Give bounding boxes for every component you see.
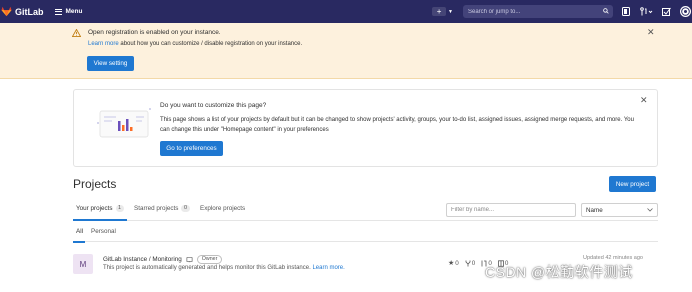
search-input[interactable] — [468, 8, 588, 15]
projects-subtabs: All Personal — [73, 222, 658, 243]
project-description: This project is automatically generated … — [103, 265, 345, 271]
tab-starred-projects[interactable]: Starred projects 0 — [134, 205, 190, 212]
updated-timestamp: Updated 42 minutes ago — [583, 255, 643, 261]
tab-label: Your projects — [76, 205, 113, 212]
banner-title: Open registration is enabled on your ins… — [88, 29, 221, 36]
search-box — [463, 5, 613, 18]
watermark: CSDN @松勤软件测试 — [485, 264, 633, 280]
issues-icon[interactable] — [621, 7, 630, 16]
customize-page-panel: Do you want to customize this page? This… — [73, 89, 658, 167]
tab-label: Explore projects — [200, 205, 246, 212]
todo-icon[interactable] — [662, 7, 671, 16]
sort-dropdown[interactable]: Name — [581, 203, 658, 217]
menu-label: Menu — [65, 8, 83, 15]
hamburger-icon — [54, 8, 62, 15]
project-name-line: GitLab Instance / Monitoring Owner — [103, 255, 223, 264]
top-navbar: GitLab Menu + ▼ — [0, 0, 692, 23]
view-setting-button[interactable]: View setting — [87, 56, 134, 71]
close-icon[interactable]: ✕ — [640, 95, 648, 106]
customize-illustration — [97, 108, 151, 138]
customize-description: This page shows a list of your projects … — [160, 117, 634, 133]
project-description-text: This project is automatically generated … — [103, 265, 313, 271]
gitlab-logo-icon — [1, 6, 12, 17]
star-icon: ★ — [448, 260, 455, 267]
chevron-down-icon — [647, 208, 653, 212]
subtab-personal[interactable]: Personal — [91, 228, 116, 235]
banner-body-text: about how you can customize / disable re… — [118, 41, 303, 47]
merge-request-icon[interactable] — [639, 7, 653, 16]
forks-stat[interactable]: 0 — [465, 259, 476, 267]
search-icon — [603, 8, 609, 14]
role-badge: Owner — [196, 255, 223, 264]
stars-stat[interactable]: ★ 0 — [448, 259, 459, 268]
brand-name: GitLab — [15, 6, 44, 17]
banner-learn-more-link[interactable]: Learn more — [88, 41, 119, 47]
new-project-button[interactable]: New project — [609, 176, 656, 192]
project-avatar[interactable]: M — [73, 254, 93, 274]
customize-title: Do you want to customize this page? — [160, 102, 267, 109]
fork-icon — [465, 260, 471, 266]
tab-explore-projects[interactable]: Explore projects — [200, 205, 245, 212]
chevron-down-icon[interactable]: ▼ — [448, 9, 453, 15]
menu-button[interactable]: Menu — [54, 8, 83, 15]
active-tab-indicator — [73, 219, 127, 221]
page-title: Projects — [73, 177, 117, 191]
stars-count: 0 — [455, 259, 459, 267]
go-to-preferences-button[interactable]: Go to preferences — [160, 141, 223, 156]
filter-by-name-input[interactable] — [446, 203, 576, 217]
sort-value: Name — [586, 206, 603, 214]
navbar-right: + ▼ — [432, 0, 692, 23]
count-badge: 1 — [115, 205, 124, 212]
project-name-link[interactable]: GitLab Instance / Monitoring — [103, 256, 182, 263]
subtab-all[interactable]: All — [76, 228, 83, 235]
tab-your-projects[interactable]: Your projects 1 — [76, 205, 124, 212]
gitlab-logo-link[interactable]: GitLab — [0, 0, 44, 23]
count-badge: 0 — [181, 205, 190, 212]
banner-body: Learn more about how you can customize /… — [88, 41, 302, 47]
forks-count: 0 — [471, 259, 476, 267]
visibility-internal-icon — [186, 256, 193, 263]
tab-label: Starred projects — [134, 205, 179, 212]
plus-icon[interactable]: + — [432, 7, 447, 16]
close-icon[interactable]: ✕ — [647, 27, 655, 38]
project-learn-more-link[interactable]: Learn more. — [312, 265, 344, 271]
projects-tabs: Your projects 1 Starred projects 0 Explo… — [73, 199, 658, 221]
warning-icon — [72, 29, 81, 37]
user-avatar[interactable] — [680, 6, 691, 17]
